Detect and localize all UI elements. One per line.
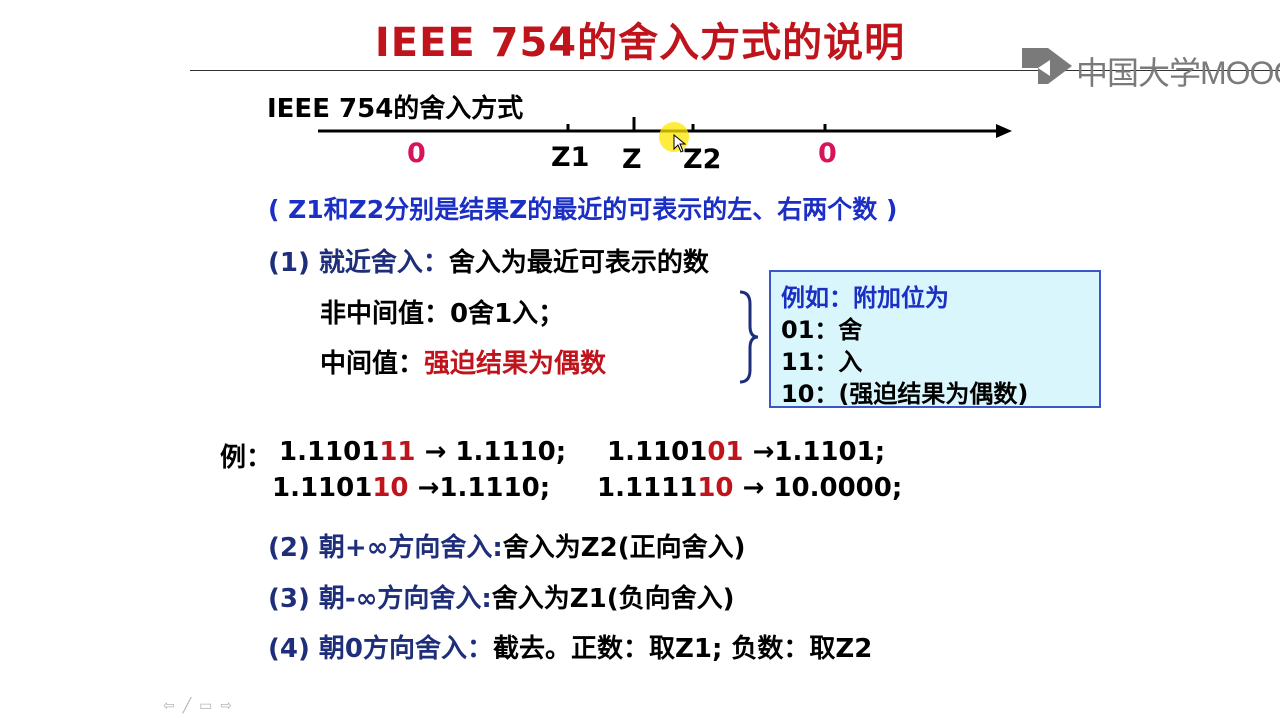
mode-1-body: 舍入为最近可表示的数 (448, 248, 709, 278)
axis-label-z2: Z2 (683, 144, 722, 175)
pen-tool-icon[interactable]: ╱ (183, 698, 199, 714)
axis-label-z1: Z1 (551, 142, 590, 173)
mooc-logo: 中国大学MOOC (1020, 44, 1280, 91)
axis-label-zero-right: 0 (818, 138, 837, 169)
non-midpoint-rule: 非中间值：0舍1入； (320, 299, 565, 329)
example-4-result: → 10.0000; (733, 473, 903, 503)
mooc-play-icon (1022, 48, 1072, 84)
example-2-result: →1.1101; (743, 437, 886, 467)
example-1-base: 1.1101 (279, 437, 380, 467)
axis-label-zero-left: 0 (407, 138, 426, 169)
mode-4-prefix: (4) 朝0方向舍入： (268, 634, 493, 664)
example-2-base: 1.1101 (607, 437, 708, 467)
note-line-10: 10：(强迫结果为偶数) (781, 380, 1029, 408)
mode-4-body: 截去。正数：取Z1; 负数：取Z2 (493, 634, 873, 664)
midpoint-rule: 中间值：强迫结果为偶数 (320, 343, 606, 380)
example-4: 1.111110 → 10.0000; (597, 473, 902, 503)
example-3-result: →1.1110; (408, 473, 551, 503)
example-2: 1.110101 →1.1101; (607, 437, 885, 467)
mode-1-line: (1) 就近舍入：舍入为最近可表示的数 (268, 242, 709, 279)
example-3-bits: 10 (372, 473, 409, 503)
mode-1-prefix: (1) 就近舍入： (268, 248, 449, 278)
mode-2-prefix: (2) 朝+∞方向舍入: (268, 533, 503, 563)
logo-text: 中国大学MOOC (1076, 55, 1280, 91)
example-3-base: 1.1101 (272, 473, 373, 503)
midpoint-prefix: 中间值： (320, 349, 425, 379)
mode-3-line: (3) 朝-∞方向舍入:舍入为Z1(负向舍入) (268, 578, 734, 615)
rounding-note-box: 例如：附加位为 01：舍 11：入 10：(强迫结果为偶数) (769, 270, 1101, 408)
mode-3-prefix: (3) 朝-∞方向舍入: (268, 584, 492, 614)
slide-nav: ⇦╱▭⇨ (163, 698, 240, 714)
mode-3-body: 舍入为Z1(负向舍入) (491, 584, 735, 614)
example-1-bits: 11 (379, 437, 416, 467)
mode-2-body: 舍入为Z2(正向舍入) (502, 533, 746, 563)
mode-2-line: (2) 朝+∞方向舍入:舍入为Z2(正向舍入) (268, 527, 745, 564)
example-4-bits: 10 (697, 473, 734, 503)
next-slide-icon[interactable]: ⇨ (220, 698, 240, 714)
prev-slide-icon[interactable]: ⇦ (163, 698, 183, 714)
note-line-11: 11：入 (781, 348, 863, 376)
mode-4-line: (4) 朝0方向舍入：截去。正数：取Z1; 负数：取Z2 (268, 628, 872, 665)
midpoint-body: 强迫结果为偶数 (424, 349, 607, 379)
example-4-base: 1.1111 (597, 473, 698, 503)
example-1-result: → 1.1110; (415, 437, 567, 467)
curly-brace (739, 290, 759, 384)
example-1: 1.110111 → 1.1110; (279, 437, 566, 467)
example-3: 1.110110 →1.1110; (272, 473, 550, 503)
example-2-bits: 01 (707, 437, 744, 467)
example-prefix: 例： (220, 443, 273, 473)
note-heading: 例如：附加位为 (781, 284, 949, 312)
z1-z2-explanation: ( Z1和Z2分别是结果Z的最近的可表示的左、右两个数 ) (268, 195, 898, 224)
axis-label-z: Z (622, 144, 642, 175)
note-line-01: 01：舍 (781, 316, 863, 344)
slide-menu-icon[interactable]: ▭ (199, 698, 220, 714)
